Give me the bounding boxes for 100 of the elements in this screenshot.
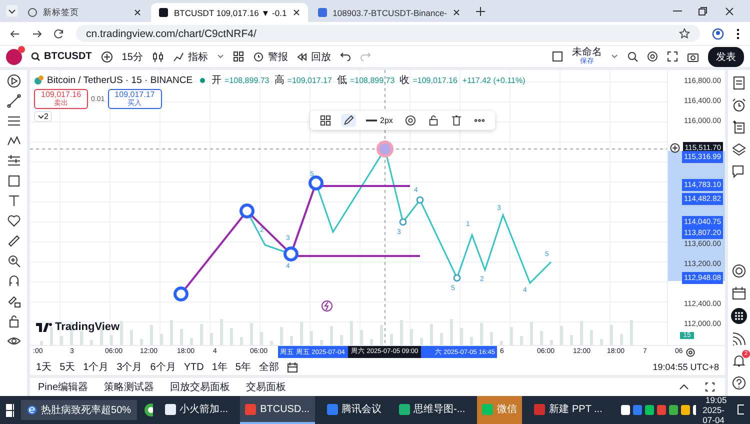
settings-icon[interactable] [686, 348, 695, 357]
settings-icon[interactable] [647, 51, 658, 62]
collapse-button[interactable]: 2 [34, 111, 52, 122]
calendar-icon[interactable] [732, 286, 746, 300]
pattern-tool-icon[interactable] [6, 134, 20, 148]
event-icon[interactable] [322, 300, 332, 312]
reload-icon[interactable] [54, 28, 64, 38]
zoom-tool-icon[interactable] [6, 254, 20, 268]
camera-icon[interactable] [687, 52, 699, 62]
heart-tool-icon[interactable] [6, 214, 20, 228]
add-icon[interactable] [670, 143, 680, 153]
profile-icon[interactable] [712, 28, 724, 40]
layout-grid-icon[interactable] [232, 51, 244, 62]
taskbar-app[interactable]: 新建 PPT ... [529, 396, 608, 424]
chart-line-icon [172, 51, 184, 62]
indicators-button[interactable]: 指标 [172, 50, 208, 64]
interval-button[interactable]: 15分 [122, 50, 143, 64]
address-field[interactable]: cn.tradingview.com/chart/C9ctNRF4/ [76, 25, 700, 42]
add-icon[interactable] [100, 50, 113, 62]
fib-tool-icon[interactable] [6, 114, 20, 128]
taskbar-app[interactable]: 腾讯会议 [322, 396, 387, 424]
maximize-panel-icon[interactable] [705, 382, 715, 392]
browser-tab[interactable]: 新标签页 [20, 3, 149, 22]
taskbar-app[interactable]: BTCUSD... [240, 396, 315, 424]
panel-tab[interactable]: Pine编辑器 [38, 380, 88, 394]
list-icon[interactable] [732, 120, 746, 134]
publish-button[interactable]: 发表 [708, 46, 744, 66]
close-icon[interactable] [453, 9, 460, 16]
broadcast-icon[interactable] [732, 332, 746, 346]
avatar[interactable] [6, 48, 22, 64]
ohlc-key: 低 [336, 73, 347, 87]
tab-title: BTCUSDT 109,017.16 ▼ -0.1 [174, 8, 287, 18]
range-button[interactable]: 5天 [60, 360, 76, 374]
search-icon [31, 52, 40, 61]
caret-icon[interactable] [216, 54, 224, 59]
close-icon[interactable] [725, 6, 734, 16]
range-button[interactable]: 1个月 [83, 360, 109, 374]
tradingview-logo[interactable]: TradingView [36, 321, 120, 333]
layers-icon[interactable] [732, 142, 746, 156]
panel-tab[interactable]: 交易面板 [246, 380, 286, 394]
target-icon[interactable] [732, 264, 746, 278]
browser-tab[interactable]: BTCUSDT 109,017.16 ▼ -0.1 [151, 3, 308, 22]
panel-tab[interactable]: 回放交易面板 [170, 380, 230, 394]
trend-tool-icon[interactable] [6, 94, 20, 108]
forward-icon[interactable] [32, 28, 42, 38]
notification-center-icon[interactable] [736, 404, 744, 416]
minimize-icon[interactable] [673, 10, 682, 12]
lock-pen-tool-icon[interactable] [6, 294, 20, 308]
calendar-icon[interactable] [286, 362, 298, 373]
objects-icon[interactable] [318, 114, 333, 127]
cursor-tool-icon[interactable] [6, 74, 20, 88]
menu-icon[interactable] [736, 28, 740, 40]
range-button[interactable]: YTD [184, 362, 204, 373]
range-button[interactable]: 6个月 [150, 360, 176, 374]
lock-tool-icon[interactable] [6, 314, 20, 328]
square-icon[interactable] [552, 51, 563, 62]
range-button[interactable]: 1年 [212, 360, 228, 374]
alert-button[interactable]: 警报 [252, 50, 288, 64]
ruler-tool-icon[interactable] [6, 154, 20, 168]
panel-tab[interactable]: 策略测试器 [104, 380, 154, 394]
pen-icon[interactable] [341, 114, 356, 127]
taskbar-search-field[interactable]: 热肚病致死率超50% [21, 400, 138, 420]
notifications-icon[interactable] [732, 354, 746, 368]
browser-tab[interactable]: 108903.7-BTCUSDT-Binance- [310, 3, 468, 22]
browser-app-icon[interactable] [144, 403, 153, 417]
taskbar-app[interactable]: 思维导图-... [394, 396, 470, 424]
magnet-tool-icon[interactable] [6, 274, 20, 288]
ohlc-value: =109,017.16 [412, 76, 458, 84]
measure-tool-icon[interactable] [6, 234, 20, 248]
fullscreen-icon[interactable] [667, 51, 678, 62]
anchor-points-drawing[interactable] [174, 140, 394, 302]
ohlc-value: =108,899.73 [224, 76, 270, 84]
symbol-search-button[interactable]: BTCUSDT [31, 51, 92, 62]
alarm-icon[interactable] [732, 98, 746, 112]
close-icon[interactable] [134, 9, 141, 16]
rect-tool-icon[interactable] [6, 174, 20, 188]
range-button[interactable]: 全部 [258, 360, 279, 374]
restore-icon[interactable] [698, 6, 707, 16]
range-button[interactable]: 3个月 [116, 360, 142, 374]
windows-start-icon[interactable] [6, 404, 14, 416]
clock[interactable]: 19:04:55 UTC+8 [652, 362, 719, 372]
replay-button[interactable]: 回放 [296, 50, 331, 64]
tab-title: 108903.7-BTCUSDT-Binance- [332, 8, 448, 18]
undo-icon[interactable] [340, 52, 351, 61]
back-icon[interactable] [10, 28, 20, 38]
ohlc-key: 开 [212, 73, 222, 87]
range-button[interactable]: 5年 [235, 360, 251, 374]
apps-icon[interactable] [731, 308, 747, 324]
range-button[interactable]: 1天 [36, 360, 52, 374]
chat-icon[interactable] [732, 164, 746, 178]
help-icon[interactable] [732, 376, 746, 390]
taskbar-app[interactable]: 小火箭加... [160, 396, 234, 424]
close-icon[interactable] [292, 9, 300, 16]
caret-icon[interactable] [611, 54, 618, 59]
candles-icon[interactable] [152, 50, 164, 62]
search-icon[interactable] [627, 51, 638, 62]
collapse-panel-icon[interactable] [679, 384, 689, 390]
text-tool-icon[interactable] [6, 194, 20, 208]
watchlist-icon[interactable] [732, 76, 746, 90]
settings-icon[interactable] [402, 114, 418, 127]
